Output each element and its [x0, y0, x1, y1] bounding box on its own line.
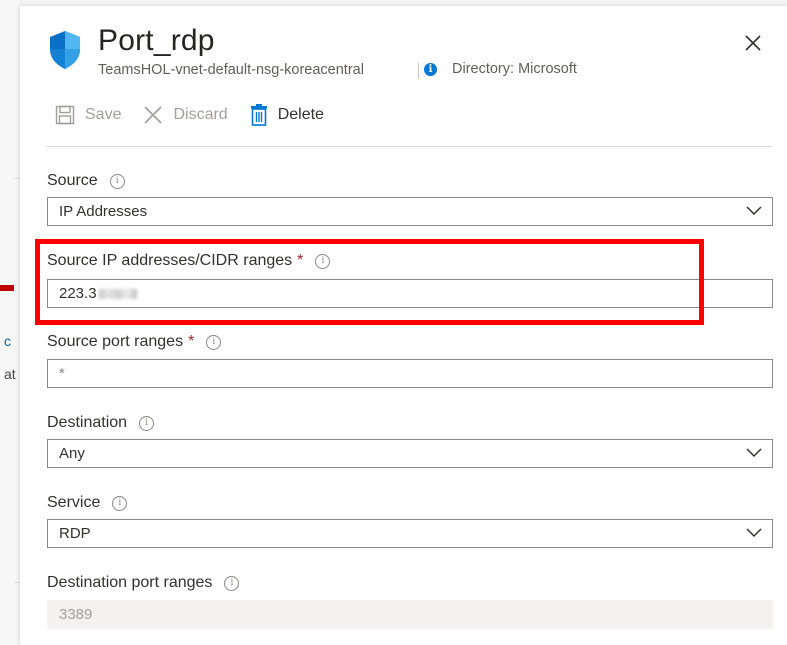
- directory-info: i Directory: Microsoft: [424, 61, 577, 77]
- toolbar-divider: [46, 146, 773, 147]
- resource-subtitle: TeamsHOL-vnet-default-nsg-koreacentral: [98, 62, 364, 78]
- dest-port-input: 3389: [47, 600, 773, 629]
- info-icon[interactable]: i: [139, 415, 155, 431]
- source-port-input[interactable]: *: [47, 359, 773, 388]
- annotation-arrow: [0, 285, 14, 291]
- background-blade: [0, 0, 20, 645]
- save-label: Save: [85, 106, 122, 123]
- source-dropdown[interactable]: IP Addresses: [47, 197, 773, 226]
- annotation-highlight-box: [35, 239, 704, 325]
- background-link[interactable]: c: [4, 333, 11, 349]
- info-icon[interactable]: i: [109, 173, 125, 189]
- destination-label: Destination i: [47, 414, 155, 432]
- edit-rule-panel: Port_rdp TeamsHOL-vnet-default-nsg-korea…: [20, 6, 787, 645]
- info-icon[interactable]: i: [206, 334, 222, 350]
- discard-label: Discard: [173, 106, 228, 123]
- discard-icon: [143, 105, 163, 125]
- source-port-label: Source port ranges * i: [47, 333, 222, 351]
- delete-button[interactable]: Delete: [250, 104, 324, 126]
- dest-port-value: 3389: [59, 606, 93, 623]
- info-icon[interactable]: i: [224, 575, 240, 591]
- chevron-down-icon: [746, 528, 762, 538]
- save-button[interactable]: Save: [55, 105, 121, 125]
- close-icon[interactable]: [742, 32, 764, 54]
- destination-dropdown[interactable]: Any: [47, 439, 773, 468]
- source-port-label-text: Source port ranges: [47, 333, 184, 350]
- background-text: at: [4, 366, 16, 382]
- source-label: Source i: [47, 172, 125, 190]
- dest-port-label-text: Destination port ranges: [47, 574, 213, 591]
- source-label-text: Source: [47, 172, 98, 189]
- service-dropdown[interactable]: RDP: [47, 519, 773, 548]
- delete-label: Delete: [277, 106, 324, 123]
- source-value: IP Addresses: [59, 203, 148, 220]
- shield-icon: [50, 31, 80, 69]
- service-value: RDP: [59, 525, 91, 542]
- dest-port-label: Destination port ranges i: [47, 574, 240, 592]
- page-title: Port_rdp: [98, 24, 215, 57]
- destination-value: Any: [59, 445, 85, 462]
- trash-icon: [250, 104, 268, 126]
- subtitle-divider: [418, 63, 419, 79]
- command-bar: Save Discard Delete: [55, 104, 346, 126]
- directory-label: Directory: Microsoft: [452, 61, 577, 77]
- info-filled-icon: i: [424, 62, 437, 76]
- service-label-text: Service: [47, 494, 101, 511]
- save-icon: [55, 105, 75, 125]
- discard-button[interactable]: Discard: [143, 105, 228, 125]
- chevron-down-icon: [746, 448, 762, 458]
- chevron-down-icon: [746, 206, 762, 216]
- source-port-value: *: [59, 365, 65, 382]
- service-label: Service i: [47, 494, 128, 512]
- required-marker: *: [188, 333, 195, 350]
- info-icon[interactable]: i: [112, 495, 128, 511]
- destination-label-text: Destination: [47, 414, 128, 431]
